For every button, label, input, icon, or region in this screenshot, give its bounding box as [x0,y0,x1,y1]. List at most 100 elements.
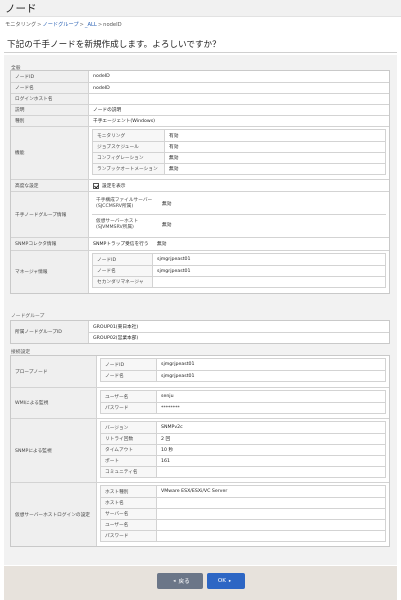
sub-label: コンフィグレーション [93,153,165,163]
section-node-group-title: ノードグループ [11,314,45,319]
sub-row: バージョン SNMPv2c [101,422,385,433]
sub-row: 千手構成ファイルサーバー (SJCCMSRV所属) 無効 [92,194,386,214]
vhost-user-value [157,520,385,530]
sub-label: ポート [101,456,157,466]
proxy-node-id-value: sjmgrjpeast01 [157,359,385,370]
table-row: ノード名 nodeID [11,82,389,93]
sub-label: パスワード [101,403,157,413]
snmp-trap-value: 無効 [157,242,167,247]
chevron-left-icon: ◂ [173,578,176,584]
chevron-right-icon: ▸ [228,578,232,584]
sub-row: 仮想サーバーホスト (SJVMMSRV所属) 無効 [92,214,386,234]
advanced-checkbox[interactable] [93,182,99,189]
sub-label: ノード名 [93,266,153,276]
vhost-password-value [157,531,385,541]
breadcrumb-current: nodeID [103,22,122,28]
sub-row: ユーザー名 [101,519,385,530]
sub-row: コンフィグレーション 無効 [93,152,385,163]
sub-label: ユーザー名 [101,391,157,402]
page-title: ノード [5,3,37,15]
sub-label: ホスト名 [101,498,157,508]
snmp-collector-values: SNMPトラップ受信を行う 無効 [89,238,389,250]
senju-group-values: 千手構成ファイルサーバー (SJCCMSRV所属) 無効 仮想サーバーホスト (… [89,192,389,237]
back-button-label: 戻る [178,579,190,585]
table-row: SNMPによる監視 バージョン SNMPv2c リトライ回数 2 回 タイムアウト 1… [11,418,389,482]
table-row: 機能 モニタリング 有効 ジョブスケジュール 有効 コンフィグレーション 無効 ランブ… [11,126,389,179]
sub-row: ノード名 sjmgrjpeast01 [101,370,385,381]
node-id-value: nodeID [89,71,389,82]
breadcrumb-node-group-link[interactable]: ノードグループ [43,22,79,28]
snmp-retry-value: 2 回 [157,434,385,444]
snmp-port-value: 161 [157,456,385,466]
breadcrumb-separator: > [79,22,84,28]
table-row: ノードID nodeID [11,71,389,82]
login-host-value [89,94,389,104]
table-row: SNMPコレクタ情報 SNMPトラップ受信を行う 無効 [11,237,389,250]
field-label: 説明 [11,105,89,115]
node-group-values: GROUP01(東日本社) GROUP02(営業本部) [89,321,389,343]
table-row: ログインホスト名 [11,93,389,104]
manager-subtable: ノードID sjmgrjpeast01 ノード名 sjmgrjpeast01 セカン… [92,253,386,288]
configuration-value: 無効 [165,153,385,163]
wmi-subtable: ユーザー名 senju パスワード ******** [100,390,386,414]
snmp-timeout-value: 10 秒 [157,445,385,455]
vhost-values: ホスト種別 VMware ESX/ESXi/VC Server ホスト名 サーバー… [97,483,389,546]
sub-row: ホスト種別 VMware ESX/ESXi/VC Server [101,486,385,497]
back-button[interactable]: ◂ 戻る [157,573,203,589]
sub-row: ユーザー名 senju [101,391,385,402]
field-label: 所属ノードグループID [11,321,89,343]
breadcrumb-all-link[interactable]: _ALL [85,22,97,28]
field-label: ノードID [11,71,89,82]
ccm-server-value: 無効 [158,194,386,214]
node-group-table: 所属ノードグループID GROUP01(東日本社) GROUP02(営業本部) [10,320,390,344]
snmp-version-value: SNMPv2c [157,422,385,433]
table-row: 仮想サーバーホストログインの設定 ホスト種別 VMware ESX/ESXi/VC… [11,482,389,546]
sub-label: リトライ回数 [101,434,157,444]
features-subtable: モニタリング 有効 ジョブスケジュール 有効 コンフィグレーション 無効 ランブックオ… [92,129,386,175]
breadcrumb-separator: > [37,22,42,28]
node-name-value: nodeID [89,83,389,93]
sub-row: ポート 161 [101,455,385,466]
breadcrumb: モニタリング>ノードグループ>_ALL>nodeID [5,21,122,28]
table-row: 種別 千手エージェント(Windows) [11,115,389,126]
list-item: GROUP01(東日本社) [93,324,139,330]
type-value: 千手エージェント(Windows) [89,116,389,126]
sub-label: 千手構成ファイルサーバー (SJCCMSRV所属) [92,194,158,214]
sub-row: パスワード ******** [101,402,385,413]
field-label: ログインホスト名 [11,94,89,104]
sub-label: モニタリング [93,130,165,141]
sub-label: サーバー名 [101,509,157,519]
vhost-subtable: ホスト種別 VMware ESX/ESXi/VC Server ホスト名 サーバー… [100,485,386,542]
sub-row: モニタリング 有効 [93,130,385,141]
field-label: 千手ノードグループ情報 [11,192,89,237]
sub-row: ノードID sjmgrjpeast01 [93,254,385,265]
snmp-community-value [157,467,385,477]
proxy-node-name-value: sjmgrjpeast01 [157,371,385,381]
vhost-server-value [157,509,385,519]
snmp-values: バージョン SNMPv2c リトライ回数 2 回 タイムアウト 10 秒 ポート 161… [97,419,389,482]
manager-node-name-value: sjmgrjpeast01 [153,266,385,276]
table-row: 説明 ノードの説明 [11,104,389,115]
footer-bar: ◂ 戻る OK ▸ [4,566,397,600]
table-row: 高度な設定 設定を表示 [11,179,389,191]
checkbox-label: 設定を表示 [102,183,126,189]
proxy-values: ノードID sjmgrjpeast01 ノード名 sjmgrjpeast01 [97,356,389,387]
field-label: 機能 [11,127,89,179]
field-label: WMIによる監視 [11,388,97,418]
sub-label: ホスト種別 [101,486,157,497]
sub-label: タイムアウト [101,445,157,455]
connection-table: プロープノード ノードID sjmgrjpeast01 ノード名 sjmgrjpea… [10,355,390,547]
sub-label: コミュニティ名 [101,467,157,477]
sub-label: ユーザー名 [101,520,157,530]
field-label: SNMPによる監視 [11,419,97,482]
field-label: 仮想サーバーホストログインの設定 [11,483,97,546]
sub-label: SNMPトラップ受信を行う [93,242,149,247]
confirm-message: 下記の千手ノードを新規作成します。よろしいですか？ [7,40,221,50]
table-row: 千手ノードグループ情報 千手構成ファイルサーバー (SJCCMSRV所属) 無効… [11,191,389,237]
description-value: ノードの説明 [89,105,389,115]
ok-button[interactable]: OK ▸ [207,573,245,589]
sub-row: セカンダリマネージャ [93,276,385,287]
wmi-values: ユーザー名 senju パスワード ******** [97,388,389,418]
proxy-subtable: ノードID sjmgrjpeast01 ノード名 sjmgrjpeast01 [100,358,386,382]
monitoring-value: 有効 [165,130,385,141]
